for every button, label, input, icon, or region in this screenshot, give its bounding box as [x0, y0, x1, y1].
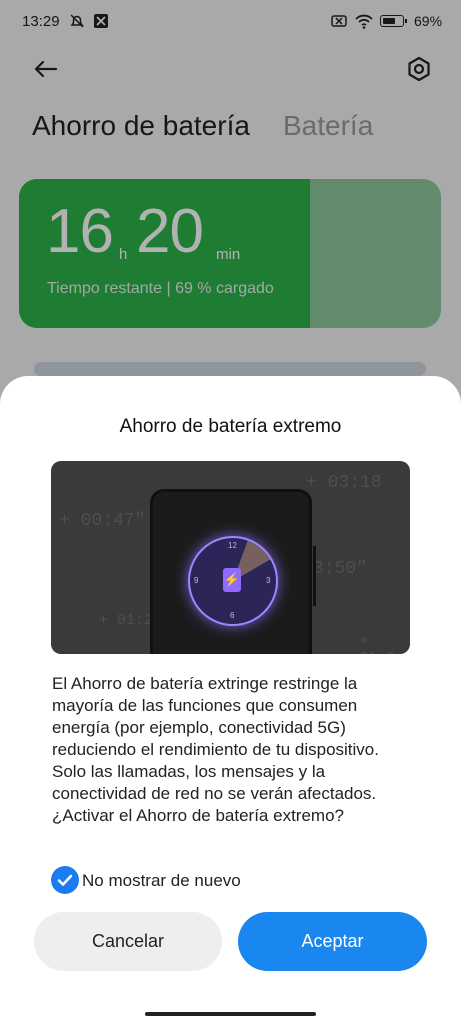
clock-dial: 12 3 6 9 ⚡ [188, 536, 278, 626]
cancel-button[interactable]: Cancelar [34, 912, 222, 971]
dial-number: 12 [228, 541, 237, 550]
ghost-time: + 03:18 [306, 473, 382, 493]
phone-illustration: 12 3 6 9 ⚡ [150, 489, 312, 654]
extreme-saver-illustration: + 03:18 + 00:47" 3:50" + 01:2 + 01:2 12 … [51, 461, 410, 654]
dial-number: 3 [266, 576, 271, 585]
ghost-time: + 01:2 [359, 633, 395, 654]
dont-show-again-checkbox[interactable] [51, 866, 79, 894]
ghost-time: + 00:47" [59, 511, 146, 531]
dial-number: 6 [230, 611, 235, 620]
dialog-title: Ahorro de batería extremo [119, 416, 342, 437]
dialog-body: El Ahorro de batería extringe restringe … [52, 674, 379, 825]
ghost-time: 3:50" [313, 559, 368, 579]
home-indicator[interactable] [145, 1012, 316, 1016]
phone-side-button [313, 546, 316, 606]
ghost-time: + 01:2 [99, 612, 154, 629]
checkmark-icon [57, 874, 73, 886]
dont-show-again-label[interactable]: No mostrar de nuevo [82, 871, 241, 891]
accept-button[interactable]: Aceptar [238, 912, 427, 971]
charging-battery-icon: ⚡ [223, 568, 241, 592]
dial-number: 9 [194, 576, 199, 585]
